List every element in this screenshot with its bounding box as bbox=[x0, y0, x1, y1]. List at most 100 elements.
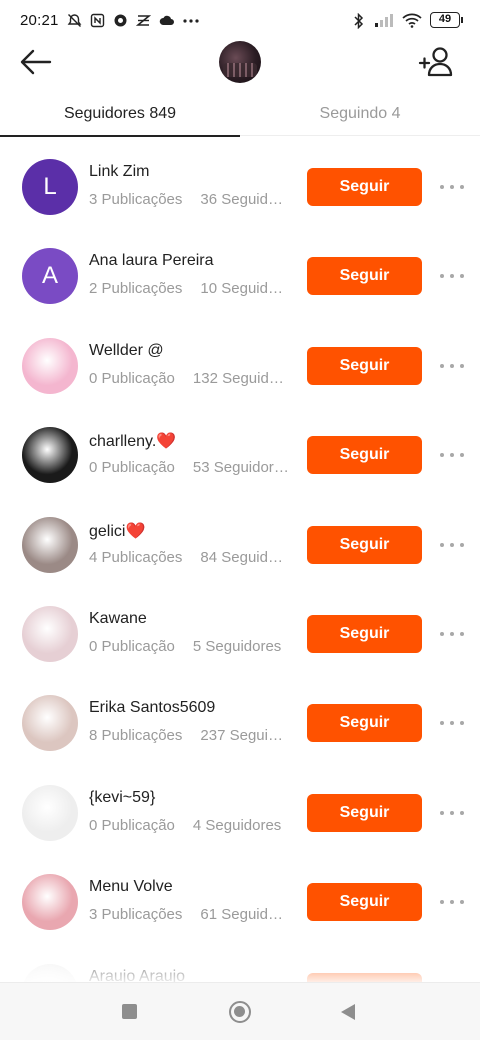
user-stats: 8 Publicações 237 Seguidores bbox=[89, 727, 289, 744]
list-item[interactable]: A Ana laura Pereira 2 Publicações 10 Seguid… bbox=[0, 232, 480, 321]
more-dot bbox=[450, 542, 454, 547]
user-name[interactable]: gelici❤️ bbox=[89, 521, 145, 541]
more-options-button[interactable] bbox=[440, 356, 464, 376]
avatar[interactable]: A bbox=[22, 248, 78, 305]
list-item[interactable]: {kevi~59} 0 Publicação 4 Seguidores Seguir bbox=[0, 769, 480, 858]
list-item[interactable]: charlleny.❤️ 0 Publicação 53 Seguidores Seg… bbox=[0, 411, 480, 500]
post-count: 0 Publicação bbox=[89, 459, 175, 477]
more-dot bbox=[460, 900, 464, 905]
follow-button[interactable]: Seguir bbox=[307, 168, 422, 206]
user-name[interactable]: Link Zim bbox=[89, 163, 149, 181]
follow-button[interactable]: Seguir bbox=[307, 793, 422, 832]
avatar[interactable] bbox=[22, 874, 78, 931]
recents-button[interactable] bbox=[122, 1004, 137, 1019]
follow-button[interactable]: Seguir bbox=[307, 883, 422, 922]
more-options-button[interactable] bbox=[440, 713, 464, 733]
status-right: 49 bbox=[351, 12, 463, 29]
more-options-button[interactable] bbox=[440, 624, 464, 644]
list-item[interactable]: L Link Zim 3 Publicações 36 Seguidores Segui… bbox=[0, 143, 480, 232]
more-dot bbox=[440, 810, 444, 815]
follow-button[interactable]: Seguir bbox=[307, 257, 422, 296]
post-count: 3 Publicações bbox=[89, 906, 183, 924]
list-item[interactable]: gelici❤️ 4 Publicações 84 Seguidores Seguir bbox=[0, 501, 480, 590]
follower-count: 36 Seguidores bbox=[200, 191, 289, 208]
follow-button[interactable]: Seguir bbox=[307, 346, 422, 385]
avatar[interactable] bbox=[22, 337, 78, 394]
more-dot bbox=[460, 810, 464, 815]
user-name[interactable]: Ana laura Pereira bbox=[89, 252, 214, 270]
status-left: 20:21 bbox=[20, 11, 199, 29]
more-dot bbox=[450, 185, 454, 189]
list-item[interactable]: Wellder @ 0 Publicação 132 Seguidores Segui… bbox=[0, 322, 480, 411]
list-fade bbox=[0, 940, 480, 982]
user-name[interactable]: Erika Santos5609 bbox=[89, 699, 215, 717]
more-dot bbox=[460, 721, 464, 726]
app-icon-2 bbox=[135, 13, 151, 28]
app-icon bbox=[113, 13, 128, 28]
more-options-button[interactable] bbox=[440, 266, 464, 286]
user-name[interactable]: charlleny.❤️ bbox=[89, 431, 176, 451]
more-options-button[interactable] bbox=[440, 803, 464, 823]
more-options-button[interactable] bbox=[440, 177, 464, 197]
more-dot bbox=[440, 631, 444, 636]
avatar[interactable] bbox=[22, 516, 78, 573]
more-options-button[interactable] bbox=[440, 892, 464, 912]
follow-button[interactable]: Seguir bbox=[307, 525, 422, 564]
avatar[interactable] bbox=[22, 605, 78, 662]
system-back-button[interactable] bbox=[341, 1004, 355, 1020]
avatar[interactable] bbox=[22, 784, 78, 841]
status-bar: 20:21 49 bbox=[0, 0, 480, 40]
avatar[interactable]: L bbox=[22, 159, 78, 215]
user-stats: 0 Publicação 5 Seguidores bbox=[89, 638, 289, 655]
user-stats: 4 Publicações 84 Seguidores bbox=[89, 549, 289, 566]
post-count: 3 Publicações bbox=[89, 191, 183, 208]
more-dot bbox=[450, 810, 454, 815]
nfc-icon bbox=[90, 13, 105, 28]
back-button[interactable] bbox=[18, 44, 58, 80]
list-item[interactable]: Kawane 0 Publicação 5 Seguidores Seguir bbox=[0, 590, 480, 679]
more-dot bbox=[440, 185, 444, 189]
more-options-button[interactable] bbox=[440, 535, 464, 555]
system-nav-bar bbox=[0, 982, 480, 1040]
more-dot bbox=[460, 453, 464, 458]
home-button[interactable] bbox=[229, 1001, 251, 1023]
follower-count: 5 Seguidores bbox=[192, 637, 282, 655]
follower-count: 10 Seguidores bbox=[200, 280, 289, 298]
add-user-icon bbox=[418, 47, 453, 77]
avatar[interactable] bbox=[22, 427, 78, 484]
more-dot bbox=[450, 900, 454, 905]
tab-bar: Seguidores 849 Seguindo 4 bbox=[0, 92, 480, 137]
post-count: 4 Publicações bbox=[89, 548, 183, 566]
top-bar bbox=[0, 40, 480, 84]
post-count: 2 Publicações bbox=[89, 280, 183, 298]
more-dot bbox=[440, 542, 444, 547]
user-name[interactable]: Kawane bbox=[89, 610, 147, 628]
add-user-button[interactable] bbox=[418, 44, 454, 80]
user-name[interactable]: Wellder @ bbox=[89, 342, 164, 360]
signal-icon bbox=[374, 13, 394, 28]
mute-bell-icon bbox=[67, 13, 82, 28]
user-stats: 0 Publicação 4 Seguidores bbox=[89, 817, 289, 834]
avatar[interactable] bbox=[22, 695, 78, 752]
tab-followers[interactable]: Seguidores 849 bbox=[0, 92, 240, 137]
more-dot bbox=[440, 453, 444, 458]
profile-avatar[interactable] bbox=[219, 41, 261, 83]
follow-button[interactable]: Seguir bbox=[307, 436, 422, 475]
more-dot bbox=[460, 185, 464, 189]
user-stats: 3 Publicações 61 Seguidores bbox=[89, 906, 289, 923]
user-name[interactable]: Menu Volve bbox=[89, 878, 173, 896]
user-name[interactable]: {kevi~59} bbox=[89, 789, 155, 807]
follow-button[interactable]: Seguir bbox=[307, 704, 422, 743]
tab-following[interactable]: Seguindo 4 bbox=[240, 92, 480, 136]
status-time: 20:21 bbox=[20, 11, 59, 29]
list-item[interactable]: Menu Volve 3 Publicações 61 Seguidores Segu… bbox=[0, 858, 480, 947]
list-item[interactable]: Erika Santos5609 8 Publicações 237 Seguido… bbox=[0, 679, 480, 768]
user-stats: 0 Publicação 132 Seguidores bbox=[89, 370, 289, 387]
more-options-button[interactable] bbox=[440, 445, 464, 465]
user-stats: 2 Publicações 10 Seguidores bbox=[89, 280, 289, 297]
more-dots-icon bbox=[182, 13, 199, 28]
more-dot bbox=[460, 542, 464, 547]
follow-button[interactable]: Seguir bbox=[307, 614, 422, 653]
post-count: 0 Publicação bbox=[89, 637, 175, 655]
more-dot bbox=[460, 631, 464, 636]
